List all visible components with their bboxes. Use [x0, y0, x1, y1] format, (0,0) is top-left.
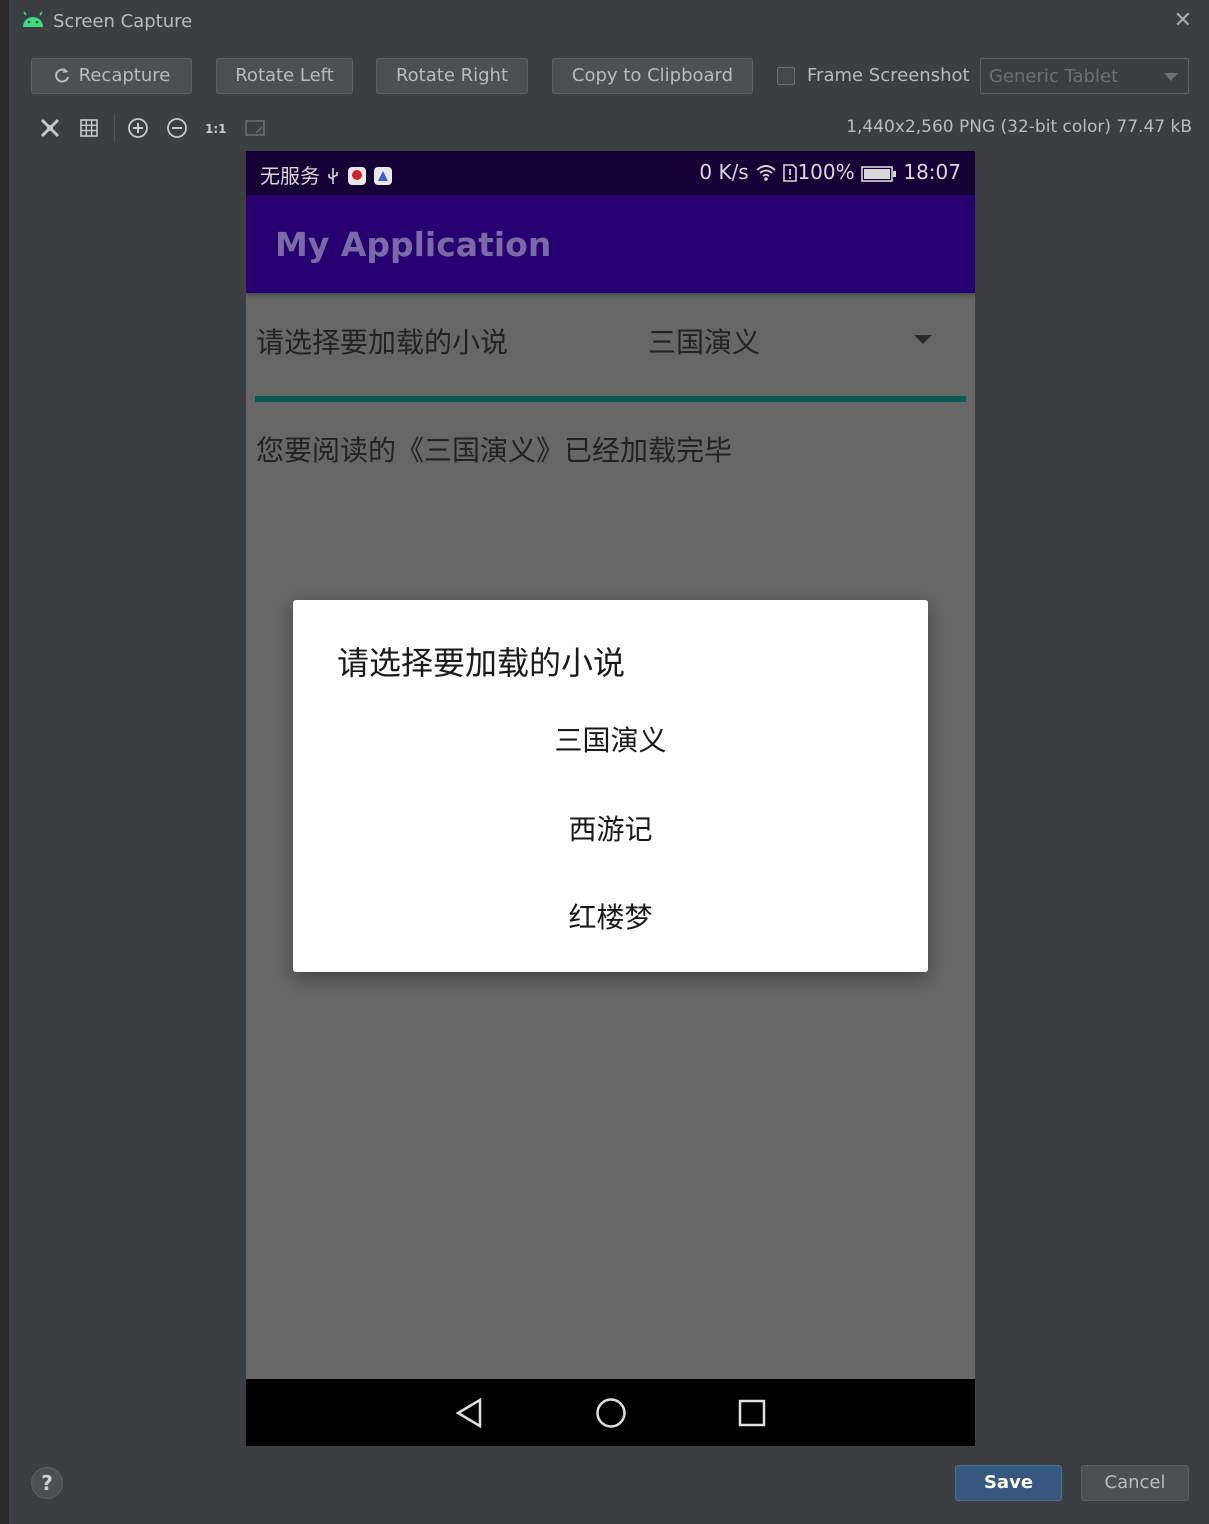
recapture-button[interactable]: Recapture [31, 58, 192, 94]
fit-icon[interactable] [39, 117, 61, 139]
title-bar: Screen Capture ✕ [9, 0, 1209, 44]
save-button[interactable]: Save [955, 1465, 1062, 1501]
battery-percent: 100% [797, 160, 855, 184]
app-title: My Application [275, 225, 552, 264]
android-icon [23, 11, 43, 27]
dialog-title: 请选择要加载的小说 [337, 644, 626, 682]
chevron-down-icon [1164, 73, 1178, 81]
app-notification-icon-2 [374, 167, 393, 185]
zoom-in-icon[interactable] [127, 117, 149, 139]
grid-icon[interactable] [78, 117, 100, 139]
usb-icon [328, 168, 339, 184]
dialog-option-xiyouji[interactable]: 西游记 [293, 808, 928, 848]
battery-icon [861, 166, 896, 182]
cancel-button[interactable]: Cancel [1081, 1465, 1189, 1501]
device-select-value: Generic Tablet [989, 66, 1119, 87]
rotate-right-button[interactable]: Rotate Right [376, 58, 528, 94]
window-title: Screen Capture [53, 11, 193, 32]
close-icon[interactable]: ✕ [1174, 8, 1192, 33]
frame-screenshot-checkbox[interactable] [777, 67, 795, 85]
progress-bar [255, 396, 966, 402]
novel-selection-dialog: 请选择要加载的小说 三国演义 西游记 红楼梦 [293, 600, 928, 972]
app-bar: My Application [246, 195, 975, 293]
help-button[interactable]: ? [31, 1467, 63, 1499]
image-info: 1,440x2,560 PNG (32-bit color) 77.47 kB [846, 117, 1192, 137]
rotate-left-button[interactable]: Rotate Left [216, 58, 353, 94]
frame-screenshot-label: Frame Screenshot [807, 65, 970, 86]
wifi-icon [756, 165, 776, 181]
dialog-option-hongloumeng[interactable]: 红楼梦 [293, 896, 928, 936]
copy-to-clipboard-button[interactable]: Copy to Clipboard [552, 58, 753, 94]
dropdown-arrow-icon[interactable] [914, 335, 932, 344]
navigation-bar [246, 1379, 975, 1446]
zoom-out-icon[interactable] [166, 117, 188, 139]
screen-capture-dialog: Screen Capture ✕ Recapture Rotate Left R… [8, 0, 1209, 1524]
load-status-message: 您要阅读的《三国演义》已经加载完毕 [256, 434, 733, 467]
novel-spinner[interactable]: 三国演义 [648, 321, 760, 361]
recents-icon[interactable] [737, 1397, 767, 1429]
frame-icon[interactable] [244, 117, 266, 139]
spinner-label: 请选择要加载的小说 [256, 326, 509, 359]
actual-size-icon[interactable]: 1:1 [204, 117, 226, 139]
dialog-option-sanguo[interactable]: 三国演义 [293, 719, 928, 759]
network-speed: 0 K/s [699, 160, 749, 184]
home-icon[interactable] [595, 1397, 627, 1429]
ide-background-strip [0, 0, 8, 1524]
device-select[interactable]: Generic Tablet [980, 58, 1189, 94]
recapture-label: Recapture [78, 65, 171, 86]
refresh-icon [54, 68, 69, 83]
carrier-text: 无服务 [260, 164, 320, 188]
app-notification-icon [347, 167, 366, 185]
status-bar: 无服务 0 K/s 100% 18:07 [246, 151, 975, 195]
toolbar-separator [114, 114, 115, 142]
clock: 18:07 [903, 160, 961, 184]
back-icon[interactable] [454, 1397, 484, 1429]
svg-text:1:1: 1:1 [205, 122, 226, 136]
sim-icon [783, 164, 798, 182]
screenshot-preview: 无服务 0 K/s 100% 18:07 My Application 请选择要… [246, 151, 975, 1446]
